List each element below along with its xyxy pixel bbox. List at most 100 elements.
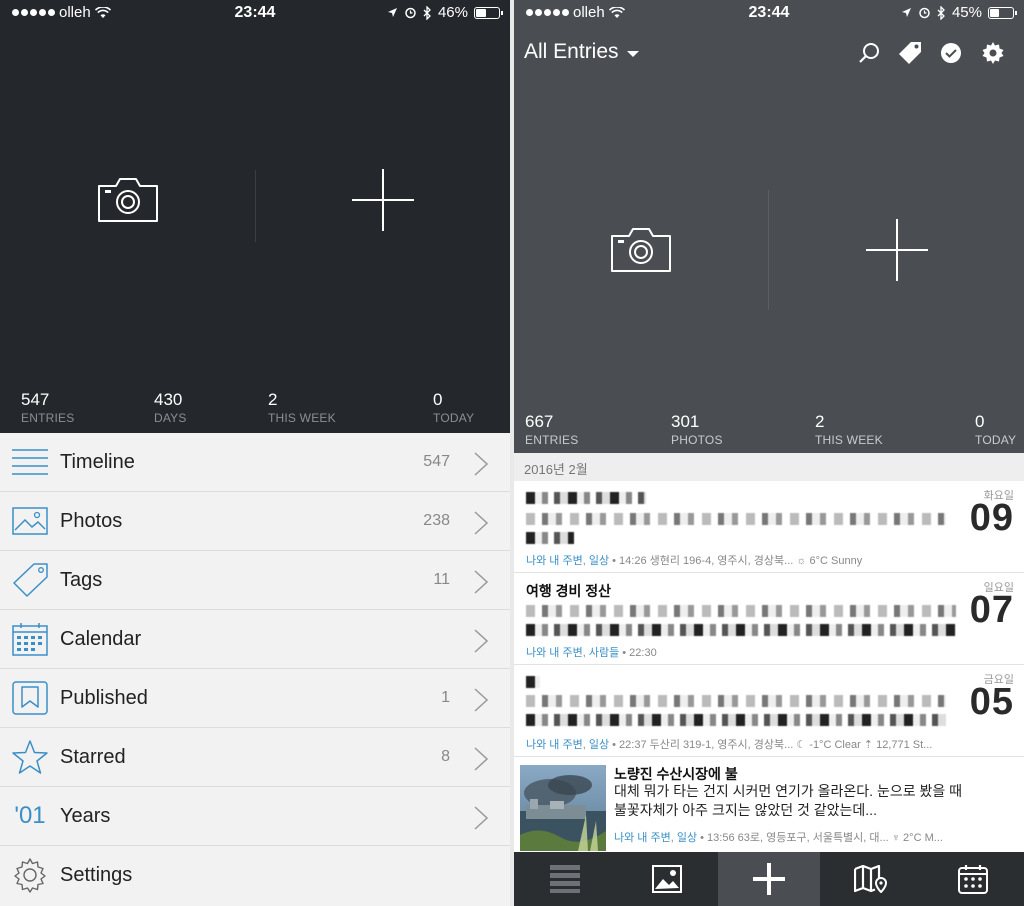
entry-meta: 나와 내 주변, 일상 • 13:56 63로, 영등포구, 서울특별시, 대.… — [614, 832, 943, 844]
tab-new-entry[interactable] — [718, 852, 820, 906]
photos-icon — [652, 865, 682, 893]
location-icon — [387, 8, 397, 17]
new-entry-button[interactable] — [769, 170, 1024, 330]
entry-title — [526, 489, 646, 505]
search-icon — [859, 43, 879, 63]
entry-day: 07 — [969, 589, 1014, 631]
stat-days: 430 DAYS — [154, 390, 187, 425]
alarm-icon — [405, 7, 416, 19]
tab-calendar[interactable] — [922, 852, 1024, 906]
stat-this-week: 2 THIS WEEK — [815, 412, 883, 447]
redacted-text — [526, 676, 540, 689]
page-title: All Entries — [524, 40, 619, 63]
entry-meta: 나와 내 주변, 일상 • 22:37 두산리 319-1, 영주시, 경상북.… — [526, 739, 933, 751]
star-icon — [12, 740, 48, 774]
tag-icon — [899, 42, 921, 64]
left-screen: olleh 23:44 46% 547 ENTRIES 430 DAYS 2 THIS… — [0, 0, 510, 906]
menu-item-starred[interactable]: Starred 8 — [0, 728, 510, 787]
timeline-icon — [12, 445, 48, 479]
search-button[interactable] — [856, 40, 882, 66]
plus-icon — [352, 169, 414, 231]
tab-photos[interactable] — [616, 852, 718, 906]
check-button[interactable] — [938, 40, 964, 66]
right-hero-panel: olleh 23:44 45% All Entries 667 ENTRIES … — [514, 0, 1024, 453]
chevron-right-icon — [474, 747, 488, 771]
map-icon — [854, 865, 888, 893]
stat-entries: 547 ENTRIES — [21, 390, 75, 425]
years-icon: '01 — [14, 802, 46, 829]
settings-button[interactable] — [980, 40, 1006, 66]
entry-row[interactable]: 노량진 수산시장에 불 대체 뭐가 타는 건지 시커먼 연기가 올라온다. 눈으… — [514, 757, 1024, 852]
main-menu: Timeline 547 Photos 238 Tags 11 Calendar — [0, 433, 510, 905]
chevron-right-icon — [474, 570, 488, 594]
entry-day: 05 — [969, 681, 1014, 723]
tab-map[interactable] — [820, 852, 922, 906]
calendar-icon — [958, 865, 988, 894]
entry-title — [526, 673, 540, 689]
journal-selector[interactable]: All Entries — [524, 40, 639, 64]
stat-entries: 667 ENTRIES — [525, 412, 579, 447]
stat-photos: 301 PHOTOS — [671, 412, 723, 447]
camera-icon — [611, 228, 671, 272]
check-circle-icon — [941, 43, 961, 63]
chevron-right-icon — [474, 806, 488, 830]
chevron-right-icon — [474, 511, 488, 535]
menu-item-published[interactable]: Published 1 — [0, 669, 510, 728]
tab-timeline[interactable] — [514, 852, 616, 906]
plus-icon — [753, 863, 785, 895]
entry-photo — [520, 765, 606, 851]
right-screen: olleh 23:44 45% All Entries 667 ENTRIES … — [514, 0, 1024, 906]
entry-body — [526, 601, 956, 639]
tab-bar — [514, 852, 1024, 906]
battery-percent: 45% — [951, 4, 982, 21]
month-section-header: 2016년 2월 — [514, 453, 1024, 481]
redacted-text — [526, 605, 956, 618]
chevron-down-icon — [626, 50, 639, 57]
entry-body — [526, 509, 956, 547]
entry-row[interactable]: 나와 내 주변, 일상 • 14:26 생현리 196-4, 영주시, 경상북.… — [514, 481, 1024, 573]
camera-icon — [97, 178, 158, 222]
entry-day: 09 — [969, 497, 1014, 539]
chevron-right-icon — [474, 629, 488, 653]
menu-item-calendar[interactable]: Calendar — [0, 610, 510, 669]
entry-title: 노량진 수산시장에 불 — [614, 766, 738, 782]
entry-row[interactable]: 여행 경비 정산 나와 내 주변, 사람들 • 22:30 일요일 07 — [514, 573, 1024, 665]
new-entry-button[interactable] — [256, 120, 510, 280]
redacted-text — [526, 695, 946, 708]
redacted-text — [526, 532, 574, 545]
redacted-text — [526, 492, 646, 505]
left-hero-panel: olleh 23:44 46% 547 ENTRIES 430 DAYS 2 THIS… — [0, 0, 510, 433]
redacted-text — [526, 624, 956, 637]
tag-icon — [12, 563, 48, 597]
status-bar: olleh 23:44 46% — [0, 0, 510, 26]
entry-title: 여행 경비 정산 — [526, 583, 612, 599]
stat-this-week: 2 THIS WEEK — [268, 390, 336, 425]
entry-body: 대체 뭐가 타는 건지 시커먼 연기가 올라온다. 눈으로 봤을 때 불꽃자체가… — [614, 783, 963, 818]
camera-button[interactable] — [514, 170, 768, 330]
list-icon — [550, 865, 580, 893]
tags-button[interactable] — [897, 40, 923, 66]
battery-percent: 46% — [437, 4, 468, 21]
entry-row[interactable]: 나와 내 주변, 일상 • 22:37 두산리 319-1, 영주시, 경상북.… — [514, 665, 1024, 757]
status-bar: olleh 23:44 45% — [514, 0, 1024, 26]
menu-item-tags[interactable]: Tags 11 — [0, 551, 510, 610]
alarm-icon — [919, 7, 930, 19]
redacted-text — [526, 513, 946, 526]
calendar-icon — [12, 622, 48, 656]
battery-icon — [474, 6, 503, 19]
chevron-right-icon — [474, 688, 488, 712]
menu-item-photos[interactable]: Photos 238 — [0, 492, 510, 551]
entry-meta: 나와 내 주변, 사람들 • 22:30 — [526, 647, 657, 659]
bluetooth-icon — [423, 5, 431, 20]
menu-item-timeline[interactable]: Timeline 547 — [0, 433, 510, 492]
gear-icon — [982, 42, 1004, 64]
bookmark-icon — [12, 681, 48, 715]
entry-meta: 나와 내 주변, 일상 • 14:26 생현리 196-4, 영주시, 경상북.… — [526, 555, 863, 567]
location-icon — [901, 8, 911, 17]
menu-item-years[interactable]: '01 Years — [0, 787, 510, 846]
bluetooth-icon — [937, 5, 945, 20]
battery-icon — [988, 6, 1017, 19]
stat-today: 0 TODAY — [975, 412, 1017, 447]
menu-item-settings[interactable]: Settings — [0, 846, 510, 905]
camera-button[interactable] — [0, 120, 255, 280]
